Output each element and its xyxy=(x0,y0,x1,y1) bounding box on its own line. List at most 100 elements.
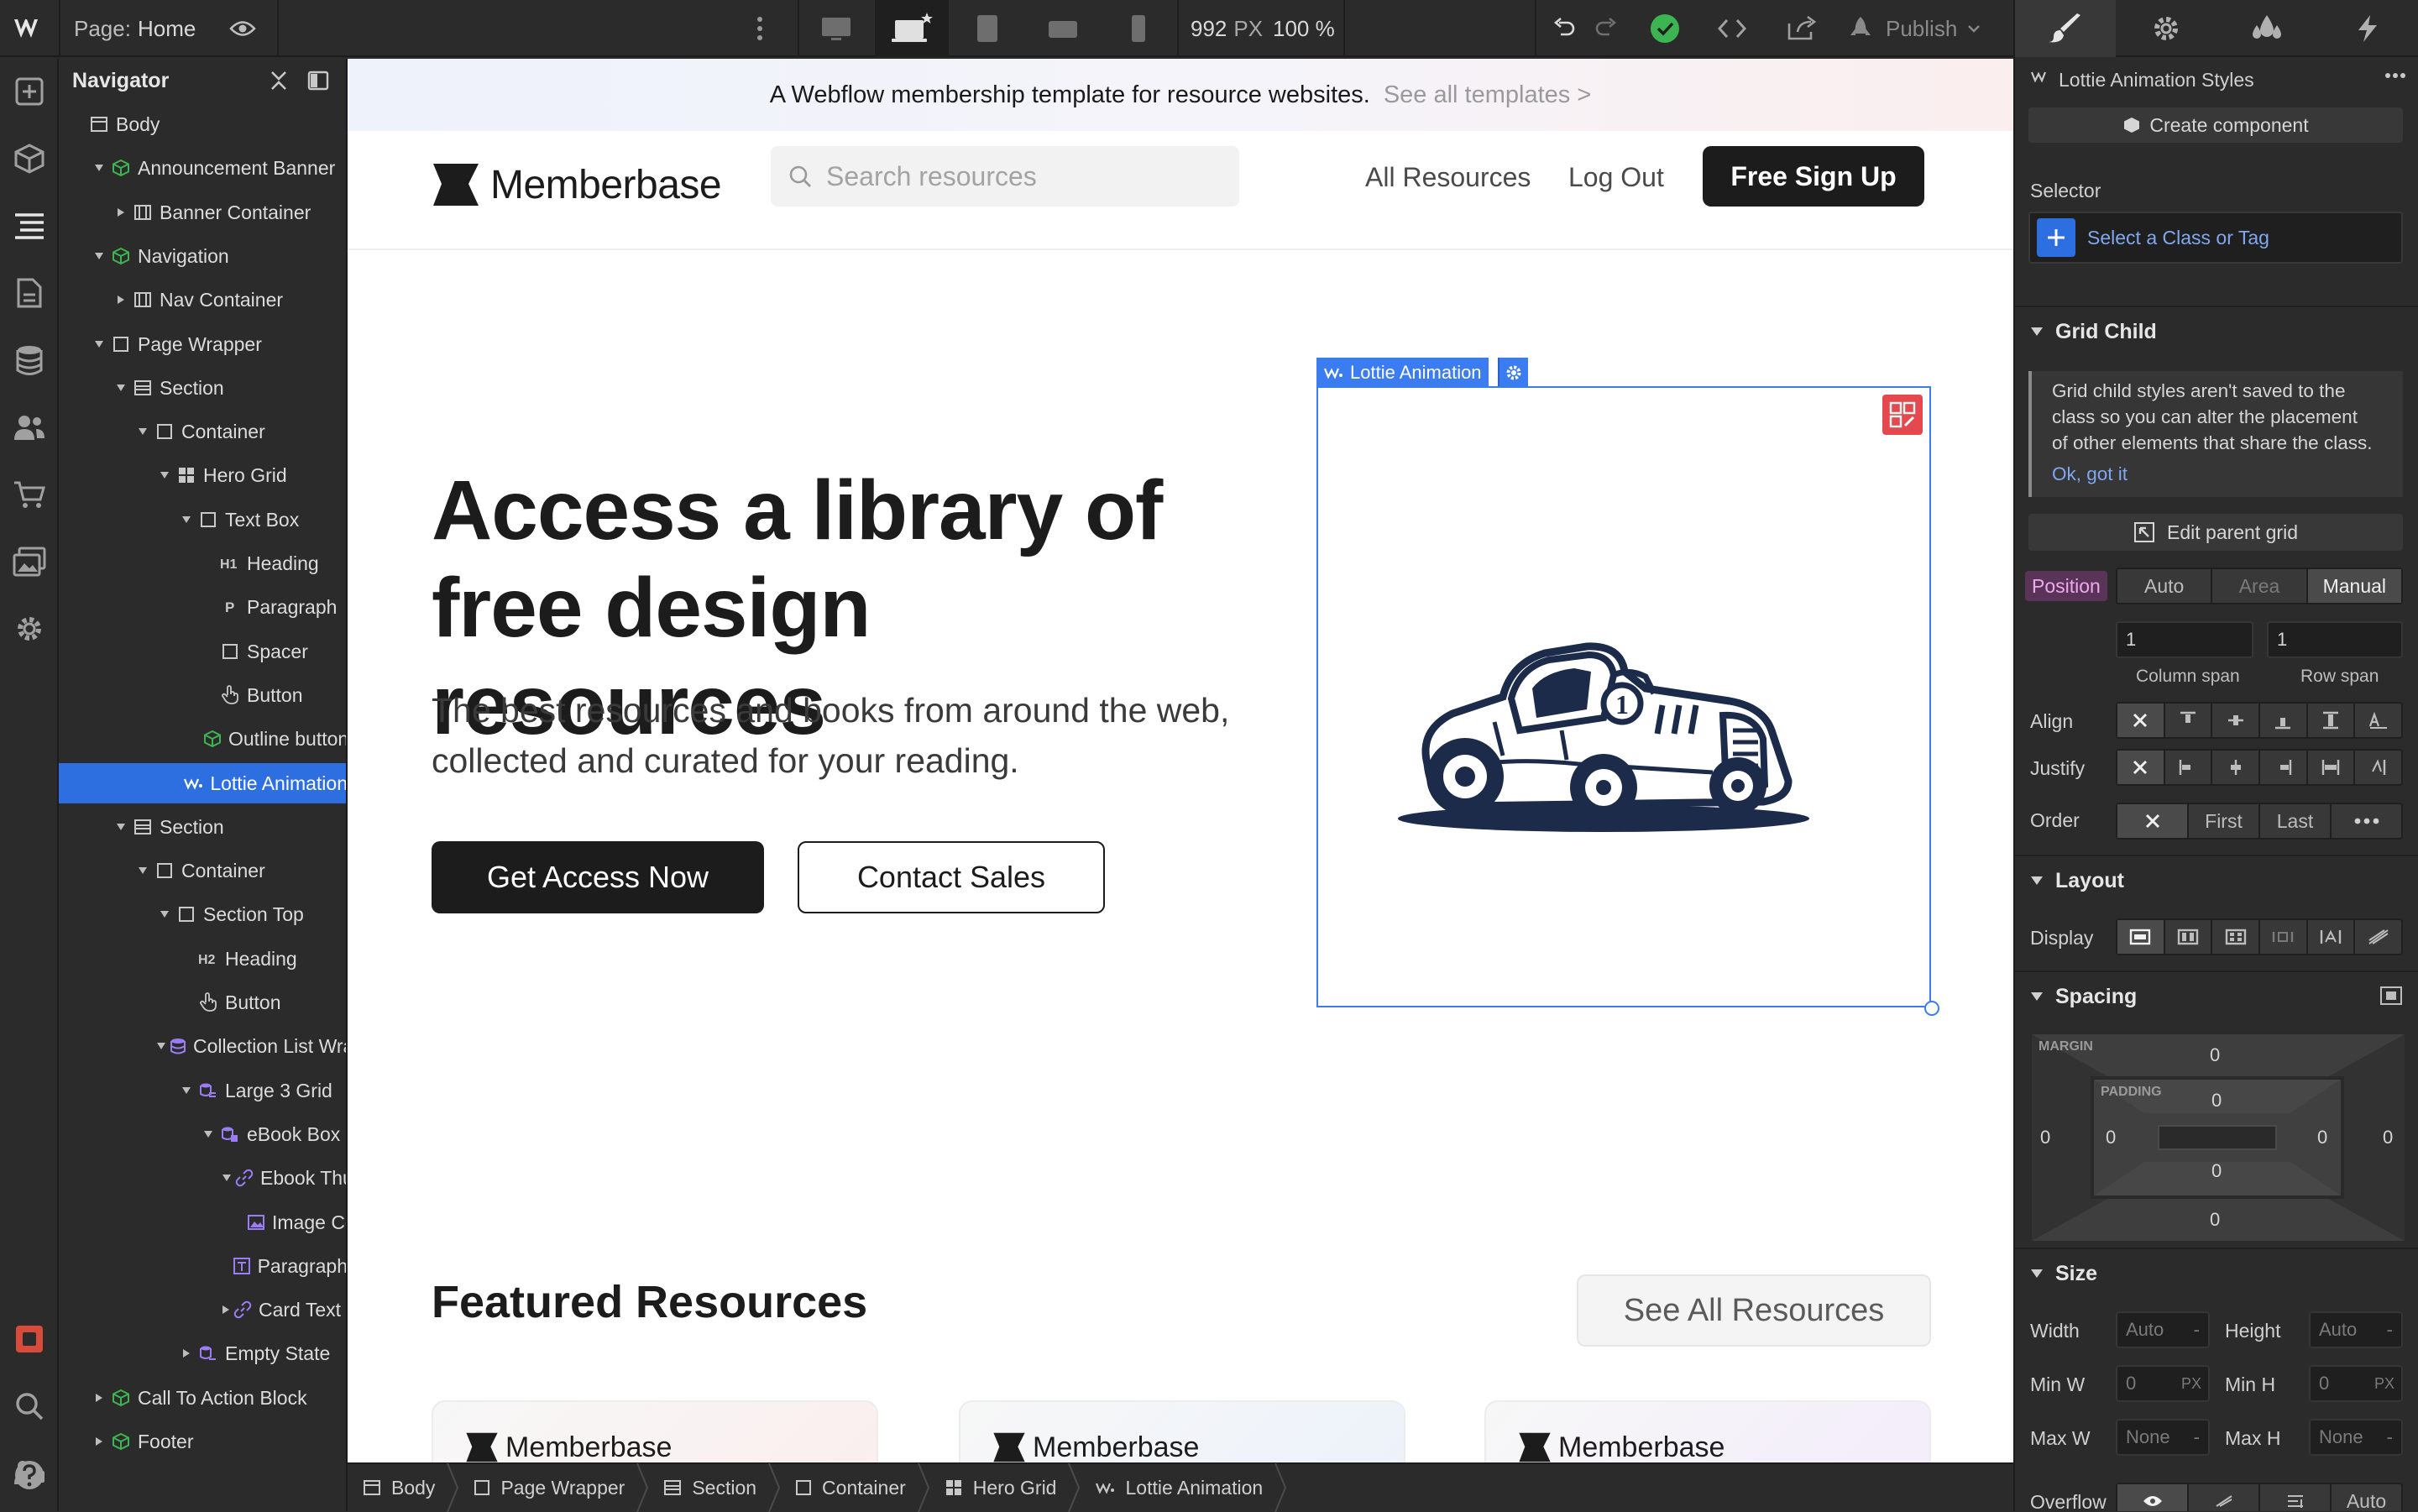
justify-stretch-icon[interactable] xyxy=(2308,751,2356,784)
mobile-landscape-breakpoint-icon[interactable] xyxy=(1026,0,1100,57)
max-height-input[interactable]: None - xyxy=(2309,1419,2403,1456)
create-component-button[interactable]: Create component xyxy=(2028,107,2403,143)
caret-down-icon[interactable] xyxy=(200,1126,217,1143)
caret-right-icon[interactable] xyxy=(91,1433,107,1450)
size-section-header[interactable]: Size xyxy=(2015,1248,2418,1298)
align-none-x-icon[interactable] xyxy=(2117,704,2165,737)
caret-right-icon[interactable] xyxy=(113,291,129,308)
overflow-scroll-icon[interactable] xyxy=(2260,1484,2332,1511)
selector-input[interactable]: Select a Class or Tag xyxy=(2028,212,2403,264)
margin-right-value[interactable]: 0 xyxy=(2383,1127,2393,1148)
align-self-segmented[interactable] xyxy=(2116,702,2403,739)
record-stop-icon[interactable] xyxy=(0,1310,59,1368)
contact-sales-button[interactable]: Contact Sales xyxy=(798,841,1105,913)
tree-node[interactable]: Announcement Banner xyxy=(59,148,346,188)
order-more-icon[interactable] xyxy=(2332,804,2401,838)
dock-panel-icon[interactable] xyxy=(307,71,329,91)
caret-right-icon[interactable] xyxy=(178,1345,195,1362)
style-brush-icon[interactable] xyxy=(2015,0,2116,57)
order-last-option[interactable]: Last xyxy=(2260,804,2332,838)
justify-self-segmented[interactable] xyxy=(2116,749,2403,786)
free-signup-button[interactable]: Free Sign Up xyxy=(1703,146,1924,207)
display-inline-icon[interactable] xyxy=(2308,920,2356,954)
tablet-breakpoint-icon[interactable] xyxy=(950,0,1024,57)
breadcrumb-item[interactable]: Hero Grid xyxy=(929,1463,1069,1512)
see-all-resources-button[interactable]: See All Resources xyxy=(1577,1274,1931,1347)
tree-node[interactable]: Ebook Thu... xyxy=(59,1158,346,1198)
overflow-auto-option[interactable]: Auto xyxy=(2332,1484,2401,1512)
get-access-now-button[interactable]: Get Access Now xyxy=(432,841,764,913)
display-segmented[interactable] xyxy=(2116,918,2403,955)
spacing-preset-icon[interactable] xyxy=(2379,986,2403,1006)
width-input[interactable]: Auto - xyxy=(2116,1311,2210,1348)
caret-down-icon[interactable] xyxy=(178,1082,195,1099)
min-width-unit[interactable]: PX xyxy=(2181,1375,2201,1393)
display-none-icon[interactable] xyxy=(2355,920,2401,954)
caret-right-icon[interactable] xyxy=(222,1301,230,1318)
align-baseline-icon[interactable] xyxy=(2355,704,2401,737)
resource-card[interactable]: Memberbase xyxy=(959,1400,1405,1462)
display-block-icon[interactable] xyxy=(2117,920,2165,954)
nav-link-all-resources[interactable]: All Resources xyxy=(1365,156,1531,198)
tree-node[interactable]: Spacer xyxy=(59,631,346,672)
resource-card[interactable]: Memberbase xyxy=(432,1400,878,1462)
breadcrumb-item[interactable]: Container xyxy=(780,1463,918,1512)
interactions-lightning-icon[interactable] xyxy=(2317,0,2418,57)
spacing-section-header[interactable]: Spacing xyxy=(2015,971,2418,1021)
position-auto-option[interactable]: Auto xyxy=(2117,569,2213,603)
tree-node[interactable]: Hero Grid xyxy=(59,455,346,495)
tree-node[interactable]: Button xyxy=(59,675,346,715)
element-settings-gear-icon[interactable] xyxy=(1498,358,1528,388)
caret-right-icon[interactable] xyxy=(91,1389,107,1406)
justify-start-icon[interactable] xyxy=(2165,751,2213,784)
more-options-icon[interactable] xyxy=(2384,72,2406,79)
display-inline-block-icon[interactable] xyxy=(2260,920,2308,954)
caret-down-icon[interactable] xyxy=(113,819,129,835)
lottie-animation-element[interactable]: 1 xyxy=(1316,386,1939,1016)
tree-node[interactable]: Body xyxy=(59,104,346,144)
tree-node[interactable]: Section Top xyxy=(59,894,346,934)
pages-icon[interactable] xyxy=(0,264,59,322)
tree-node[interactable]: Collection List Wrap xyxy=(59,1026,346,1066)
preview-eye-icon[interactable] xyxy=(223,0,262,57)
audit-success-icon[interactable] xyxy=(1646,0,1684,57)
padding-left-value[interactable]: 0 xyxy=(2106,1127,2116,1148)
search-input[interactable]: Search resources xyxy=(771,146,1239,207)
resize-handle[interactable] xyxy=(1924,1001,1939,1016)
position-area-option[interactable]: Area xyxy=(2212,569,2308,603)
tree-node[interactable]: Outline button xyxy=(59,719,346,759)
add-panel-icon[interactable] xyxy=(0,62,59,121)
padding-right-value[interactable]: 0 xyxy=(2317,1127,2327,1148)
lottie-selection-badge[interactable]: Lottie Animation xyxy=(1316,358,1489,388)
position-mode-segmented[interactable]: Auto Area Manual xyxy=(2116,568,2403,604)
min-height-unit[interactable]: PX xyxy=(2374,1375,2394,1393)
webflow-logo-icon[interactable] xyxy=(0,0,59,57)
caret-down-icon[interactable] xyxy=(178,511,195,528)
breadcrumb-item[interactable]: Lottie Animation xyxy=(1080,1463,1274,1512)
tree-node[interactable]: eBook Box xyxy=(59,1114,346,1154)
margin-left-value[interactable]: 0 xyxy=(2040,1127,2050,1148)
justify-none-x-icon[interactable] xyxy=(2117,751,2165,784)
resource-card[interactable]: Memberbase xyxy=(1484,1400,1931,1462)
mobile-portrait-breakpoint-icon[interactable] xyxy=(1102,0,1175,57)
order-first-option[interactable]: First xyxy=(2189,804,2260,838)
redo-icon[interactable] xyxy=(1587,0,1625,57)
row-span-input[interactable]: 1 xyxy=(2267,621,2403,658)
settings-gear-icon[interactable] xyxy=(0,599,59,658)
tree-node[interactable]: Section xyxy=(59,368,346,408)
navigator-icon[interactable] xyxy=(0,196,59,255)
collapse-all-icon[interactable] xyxy=(269,71,289,91)
caret-down-icon[interactable] xyxy=(134,862,151,879)
padding-box[interactable]: PADDING 0 0 0 0 xyxy=(2091,1076,2344,1199)
help-icon[interactable] xyxy=(0,1446,59,1504)
cms-icon[interactable] xyxy=(0,331,59,390)
caret-down-icon[interactable] xyxy=(91,160,107,176)
min-height-input[interactable]: 0 PX xyxy=(2309,1365,2403,1402)
display-grid-icon[interactable] xyxy=(2212,920,2261,954)
share-icon[interactable] xyxy=(1783,0,1822,57)
tree-node[interactable]: Large 3 Grid xyxy=(59,1070,346,1111)
assets-icon[interactable] xyxy=(0,532,59,591)
layout-section-header[interactable]: Layout xyxy=(2015,855,2418,905)
caret-down-icon[interactable] xyxy=(156,1038,166,1054)
tree-node[interactable]: Image Co... xyxy=(59,1202,346,1243)
